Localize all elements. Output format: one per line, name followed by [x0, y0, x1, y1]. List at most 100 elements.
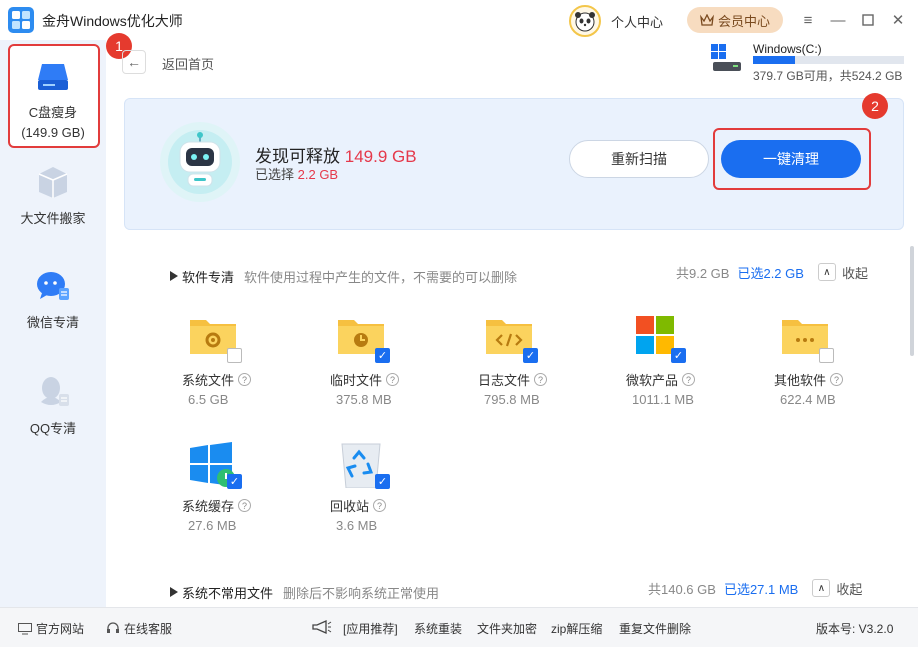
crown-icon — [700, 14, 714, 26]
found-value: 149.9 GB — [344, 147, 417, 166]
section-selected: 已选2.2 GB — [737, 265, 804, 281]
help-icon[interactable]: ? — [373, 499, 387, 512]
tile-size: 3.6 MB — [336, 518, 378, 533]
chevron-up-icon[interactable]: ∧ — [812, 579, 831, 597]
tile-checkbox[interactable]: ✓ — [671, 348, 686, 363]
tile-checkbox[interactable]: ✓ — [523, 348, 538, 363]
help-icon[interactable]: ? — [830, 373, 844, 386]
help-icon[interactable]: ? — [386, 373, 400, 386]
app-recommend-link[interactable]: [应用推荐] — [343, 620, 398, 637]
service-label: 在线客服 — [124, 622, 173, 636]
sidebar-item-qq[interactable]: QQ专清 — [0, 372, 106, 437]
one-click-clean-button[interactable]: 一键清理 — [721, 140, 861, 178]
system-reinstall-link[interactable]: 系统重装 — [414, 620, 462, 637]
tile-checkbox[interactable]: ✓ — [227, 474, 242, 489]
chevron-up-icon[interactable]: ∧ — [817, 263, 836, 281]
zip-link[interactable]: zip解压缩 — [551, 620, 602, 637]
wechat-clean-icon — [33, 266, 73, 306]
tile-size: 375.8 MB — [336, 392, 392, 407]
selected-label: 已选择 — [255, 167, 295, 182]
drive-info: 379.7 GB可用，共524.2 GB — [753, 69, 903, 83]
section-header-uncommon[interactable]: 系统不常用文件 删除后不影响系统正常使用 — [170, 582, 439, 602]
close-icon[interactable]: ✕ — [888, 10, 908, 30]
tile-checkbox[interactable]: ✓ — [375, 474, 390, 489]
website-link[interactable]: 官方网站 — [18, 620, 84, 637]
sidebar-item-label: C盘瘦身 — [28, 105, 78, 120]
duplicate-delete-link[interactable]: 重复文件删除 — [619, 620, 691, 637]
drive-usage-bar — [753, 56, 904, 64]
tile-name: 其他软件 — [774, 373, 827, 388]
sidebar-item-sublabel: (149.9 GB) — [21, 125, 85, 140]
minimize-icon[interactable]: — — [828, 10, 848, 30]
sidebar-item-c-drive[interactable]: C盘瘦身 (149.9 GB) — [0, 56, 106, 140]
section-title: 软件专清 — [182, 269, 235, 285]
drive-name: Windows(C:) — [753, 42, 822, 56]
tile-size: 795.8 MB — [484, 392, 540, 407]
section-total: 共140.6 GB — [648, 581, 716, 597]
section-header-software[interactable]: 软件专清 软件使用过程中产生的文件，不需要的可以删除 — [170, 266, 517, 286]
website-label: 官方网站 — [36, 622, 85, 636]
help-icon[interactable]: ? — [238, 373, 252, 386]
windows-drive-icon — [711, 44, 743, 72]
box-icon — [33, 162, 73, 202]
vip-center-button[interactable]: 会员中心 — [687, 7, 783, 33]
app-logo-icon — [8, 7, 34, 33]
tile-name: 系统缓存 — [182, 499, 235, 514]
expand-triangle-icon — [170, 271, 178, 281]
sidebar-item-label: 微信专清 — [26, 315, 79, 330]
tile-size: 27.6 MB — [188, 518, 237, 533]
selected-value: 2.2 GB — [297, 167, 339, 182]
maximize-icon[interactable] — [858, 10, 878, 30]
collapse-link[interactable]: 收起 — [842, 263, 868, 282]
monitor-icon — [18, 622, 32, 634]
section-description: 软件使用过程中产生的文件，不需要的可以删除 — [244, 269, 518, 285]
section-total: 共9.2 GB — [676, 265, 730, 281]
folder-encrypt-link[interactable]: 文件夹加密 — [477, 620, 537, 637]
megaphone-icon — [312, 620, 332, 634]
help-icon[interactable]: ? — [238, 499, 252, 512]
user-center-link[interactable]: 个人中心 — [611, 12, 663, 31]
drive-usage-fill — [753, 56, 796, 64]
section-summary-uncommon: 共140.6 GB 已选27.1 MB ∧ 收起 — [648, 578, 862, 598]
tile-name: 临时文件 — [330, 373, 383, 388]
robot-icon — [158, 120, 242, 204]
rescan-button[interactable]: 重新扫描 — [569, 140, 709, 178]
tile-size: 1011.1 MB — [632, 392, 694, 407]
annotation-badge-2: 2 — [862, 93, 888, 119]
tile-name: 回收站 — [330, 499, 370, 514]
app-title: 金舟Windows优化大师 — [42, 13, 183, 29]
tile-size: 622.4 MB — [780, 392, 836, 407]
help-icon[interactable]: ? — [682, 373, 696, 386]
tile-checkbox[interactable] — [819, 348, 834, 363]
expand-triangle-icon — [170, 587, 178, 597]
section-title: 系统不常用文件 — [182, 585, 274, 601]
menu-icon[interactable]: ≡ — [798, 10, 818, 30]
selected-size-text: 已选择 2.2 GB — [255, 164, 338, 183]
help-icon[interactable]: ? — [534, 373, 548, 386]
tile-checkbox[interactable]: ✓ — [375, 348, 390, 363]
tile-name: 微软产品 — [626, 373, 679, 388]
headset-icon — [107, 622, 119, 633]
section-summary-software: 共9.2 GB 已选2.2 GB ∧ 收起 — [676, 262, 868, 282]
service-link[interactable]: 在线客服 — [106, 620, 172, 637]
scrollbar[interactable] — [910, 246, 914, 356]
tile-size: 6.5 GB — [188, 392, 229, 407]
sidebar-item-wechat[interactable]: 微信专清 — [0, 266, 106, 331]
collapse-link[interactable]: 收起 — [836, 579, 862, 598]
tile-name: 日志文件 — [478, 373, 531, 388]
sidebar-item-large-files[interactable]: 大文件搬家 — [0, 162, 106, 227]
tile-name: 系统文件 — [182, 373, 235, 388]
user-avatar[interactable] — [569, 5, 601, 37]
back-button[interactable]: ← — [122, 50, 146, 74]
sidebar-item-label: QQ专清 — [29, 421, 77, 436]
sidebar-item-label: 大文件搬家 — [20, 211, 86, 226]
disk-icon — [33, 56, 73, 96]
back-home-link[interactable]: 返回首页 — [162, 54, 214, 73]
panda-avatar-icon — [575, 12, 595, 32]
version-text: 版本号: V3.2.0 — [816, 622, 894, 636]
tile-checkbox[interactable] — [227, 348, 242, 363]
section-selected: 已选27.1 MB — [723, 581, 799, 597]
qq-clean-icon — [33, 372, 73, 412]
section-description: 删除后不影响系统正常使用 — [283, 585, 440, 601]
arrow-left-icon: ← — [127, 54, 141, 70]
